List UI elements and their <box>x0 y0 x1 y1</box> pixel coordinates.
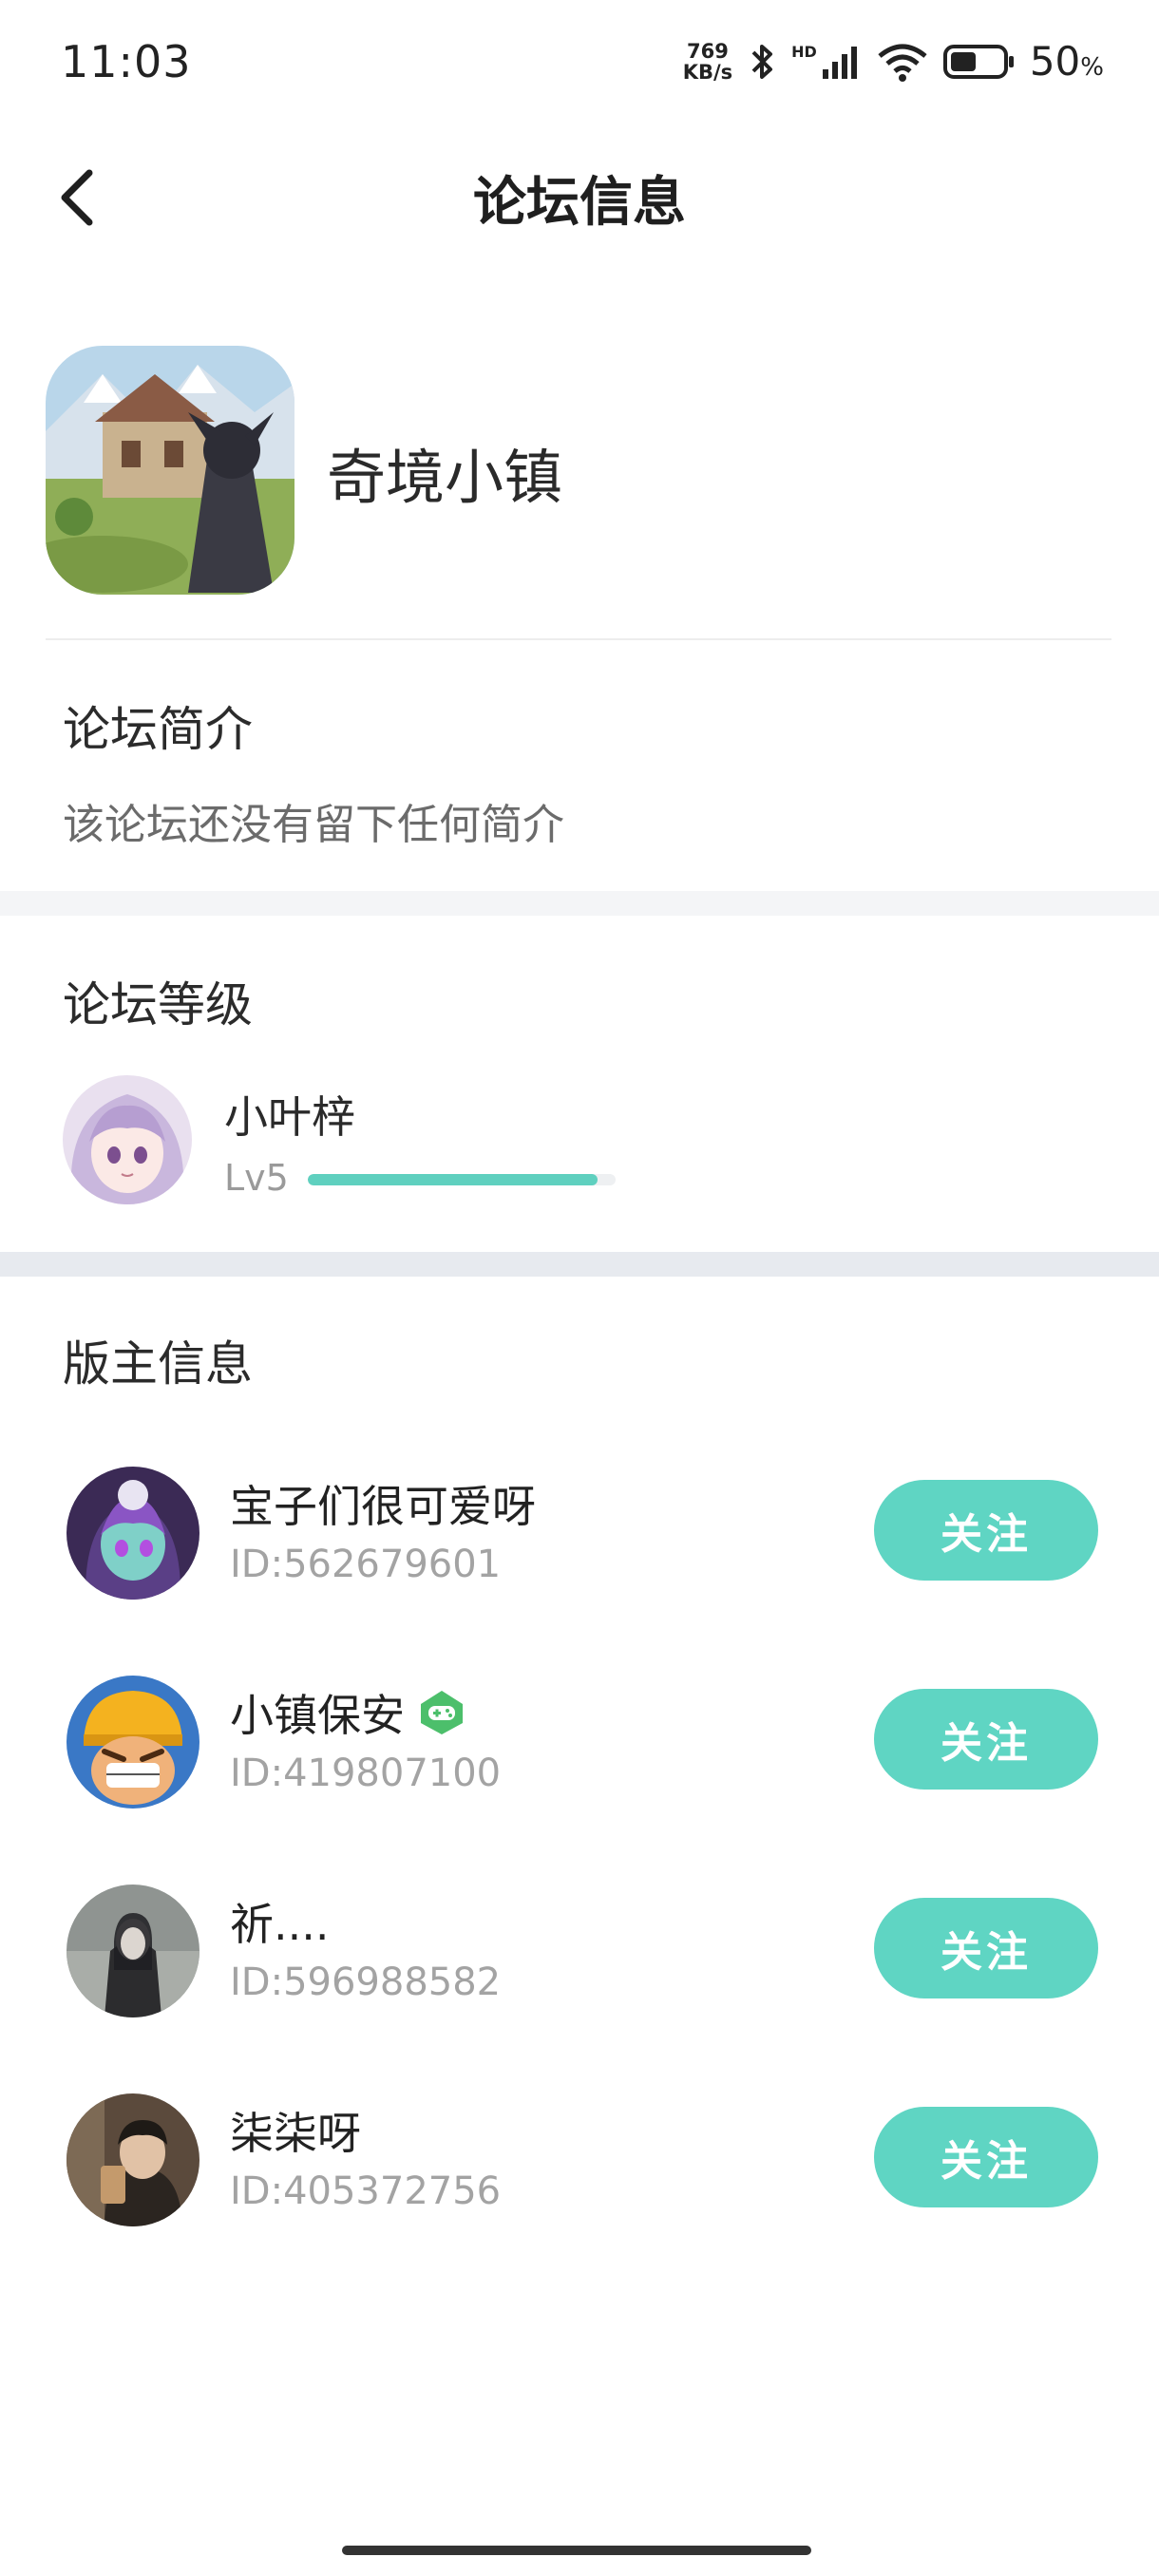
moderator-name-text: 小镇保安 <box>230 1690 405 1741</box>
bluetooth-icon <box>751 44 773 79</box>
battery-percent-value: 50 <box>1029 38 1081 85</box>
avatar[interactable] <box>66 1676 200 1809</box>
avatar[interactable] <box>63 1075 192 1204</box>
page-title: 论坛信息 <box>473 172 686 234</box>
moderator-id: ID:562679601 <box>230 1543 502 1586</box>
moderator-name: 宝子们很可爱呀 <box>230 1472 536 1535</box>
divider <box>46 638 1112 640</box>
follow-button[interactable]: 关注 <box>874 1480 1098 1581</box>
moderator-name: 小镇保安 <box>230 1681 466 1744</box>
hd-label: HD <box>791 42 817 61</box>
battery-percent: 50% <box>1030 38 1104 85</box>
moderator-name-text: 祈.... <box>230 1899 330 1950</box>
moderator-name: 祈.... <box>230 1890 330 1953</box>
section-separator <box>0 891 1159 916</box>
network-speed: 769 KB/s <box>683 41 732 83</box>
wifi-icon <box>878 44 927 82</box>
moderator-name: 柒柒呀 <box>230 2099 361 2162</box>
moderators-section-title: 版主信息 <box>63 1336 253 1392</box>
level-section-title: 论坛等级 <box>63 977 253 1032</box>
follow-button[interactable]: 关注 <box>874 1689 1098 1790</box>
level-progress-fill <box>308 1174 598 1185</box>
level-user-name: 小叶梓 <box>224 1091 355 1143</box>
gamepad-badge-icon <box>421 1691 463 1734</box>
home-indicator[interactable] <box>342 2546 811 2555</box>
status-icons: 769 KB/s HD 50% <box>683 38 1104 85</box>
intro-text: 该论坛还没有留下任何简介 <box>63 801 564 849</box>
moderator-name-text: 柒柒呀 <box>230 2108 361 2159</box>
moderator-id: ID:419807100 <box>230 1752 502 1795</box>
battery-level-fill <box>950 51 976 71</box>
battery-icon <box>942 44 1014 79</box>
forum-name: 奇境小镇 <box>327 443 563 512</box>
moderator-name-text: 宝子们很可爱呀 <box>230 1481 536 1532</box>
network-speed-value: 769 <box>687 39 729 63</box>
follow-button[interactable]: 关注 <box>874 1898 1098 1998</box>
avatar[interactable] <box>66 1467 200 1600</box>
moderator-id: ID:596988582 <box>230 1960 502 2004</box>
cellular-signal-icon <box>822 46 857 79</box>
moderator-id: ID:405372756 <box>230 2169 502 2213</box>
status-time: 11:03 <box>61 36 192 87</box>
forum-icon <box>46 346 294 595</box>
hd-signal: HD <box>791 43 863 81</box>
level-label: Lv5 <box>224 1157 289 1199</box>
avatar[interactable] <box>66 1885 200 2017</box>
battery-percent-unit: % <box>1080 53 1104 82</box>
level-progress-bar <box>308 1174 616 1185</box>
moderator-row[interactable]: 宝子们很可爱呀 ID:562679601 关注 <box>0 1467 1159 1609</box>
network-speed-unit: KB/s <box>682 60 733 84</box>
section-separator <box>0 1252 1159 1277</box>
moderator-row[interactable]: 小镇保安 ID:419807100 关注 <box>0 1676 1159 1818</box>
intro-section-title: 论坛简介 <box>63 702 253 757</box>
avatar[interactable] <box>66 2093 200 2226</box>
moderator-row[interactable]: 祈.... ID:596988582 关注 <box>0 1885 1159 2027</box>
follow-button[interactable]: 关注 <box>874 2107 1098 2207</box>
moderator-row[interactable]: 柒柒呀 ID:405372756 关注 <box>0 2093 1159 2236</box>
